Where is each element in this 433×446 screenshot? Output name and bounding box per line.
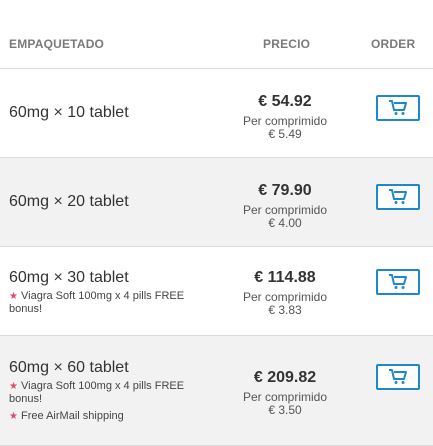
- cart-icon: [388, 274, 408, 290]
- add-to-cart-button[interactable]: [376, 364, 420, 390]
- package-label: 60mg × 30 tablet: [9, 269, 129, 286]
- cart-icon: [388, 369, 408, 385]
- per-tablet-price: € 3.50: [268, 403, 302, 417]
- per-tablet-price: € 4.00: [268, 216, 302, 230]
- bonus-note: ★ Viagra Soft 100mg x 4 pills FREE bonus…: [9, 290, 219, 315]
- per-tablet-price: € 5.49: [268, 127, 302, 141]
- per-tablet-price: € 3.83: [268, 303, 302, 317]
- header-order: ORDER: [371, 37, 416, 51]
- price-cell: € 79.90 Per comprimido € 4.00: [230, 182, 340, 230]
- total-price: € 114.88: [254, 269, 316, 286]
- bonus-text: Viagra Soft 100mg x 4 pills FREE bonus!: [9, 290, 185, 315]
- bonus-note: ★ Viagra Soft 100mg x 4 pills FREE bonus…: [9, 380, 219, 405]
- bonus-text: Free AirMail shipping: [21, 410, 124, 422]
- star-icon: ★: [9, 291, 18, 302]
- table-row: 60mg × 30 tablet ★ Viagra Soft 100mg x 4…: [0, 247, 433, 336]
- bonus-note: ★ Free AirMail shipping: [9, 410, 219, 423]
- add-to-cart-button[interactable]: [376, 184, 420, 210]
- add-to-cart-button[interactable]: [376, 95, 420, 121]
- total-price: € 79.90: [258, 182, 312, 199]
- package-label: 60mg × 20 tablet: [9, 193, 129, 210]
- header-package: EMPAQUETADO: [9, 37, 105, 51]
- table-row: 60mg × 10 tablet € 54.92 Per comprimido …: [0, 69, 433, 158]
- cart-icon: [388, 100, 408, 116]
- table-row: 60mg × 20 tablet € 79.90 Per comprimido …: [0, 158, 433, 247]
- price-cell: € 114.88 Per comprimido € 3.83: [230, 269, 340, 317]
- total-price: € 209.82: [253, 369, 317, 386]
- bonus-text: Viagra Soft 100mg x 4 pills FREE bonus!: [9, 380, 185, 405]
- total-price: € 54.92: [258, 93, 312, 110]
- cart-icon: [388, 189, 408, 205]
- header-price: PRECIO: [263, 37, 311, 51]
- price-cell: € 209.82 Per comprimido € 3.50: [230, 369, 340, 417]
- star-icon: ★: [9, 411, 18, 422]
- package-label: 60mg × 60 tablet: [9, 359, 129, 376]
- star-icon: ★: [9, 381, 18, 392]
- table-row: 60mg × 60 tablet ★ Viagra Soft 100mg x 4…: [0, 336, 433, 446]
- table-header: EMPAQUETADO PRECIO ORDER: [0, 0, 433, 69]
- package-label: 60mg × 10 tablet: [9, 104, 129, 121]
- price-cell: € 54.92 Per comprimido € 5.49: [230, 93, 340, 141]
- add-to-cart-button[interactable]: [376, 269, 420, 295]
